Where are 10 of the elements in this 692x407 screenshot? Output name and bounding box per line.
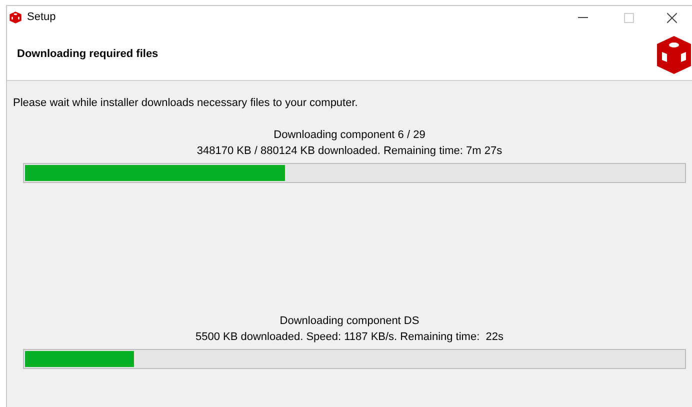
- minimize-icon: [578, 17, 588, 18]
- close-icon: [667, 12, 677, 22]
- header-title: Downloading required files: [17, 47, 158, 62]
- progress-title: Downloading component 6 / 29: [274, 128, 426, 142]
- progress-detail: 5500 KB downloaded. Speed: 1187 KB/s. Remaining time: 22s: [196, 330, 504, 344]
- progress-detail: 348170 KB / 880124 KB downloaded. Remaining time: 7m 27s: [196, 144, 502, 158]
- maximize-icon: [624, 12, 634, 22]
- progress-title: Downloading component DS: [280, 314, 420, 328]
- instruction-text: Please wait while installer downloads necessary files to your computer.: [13, 96, 359, 111]
- window-title: Setup: [27, 10, 56, 26]
